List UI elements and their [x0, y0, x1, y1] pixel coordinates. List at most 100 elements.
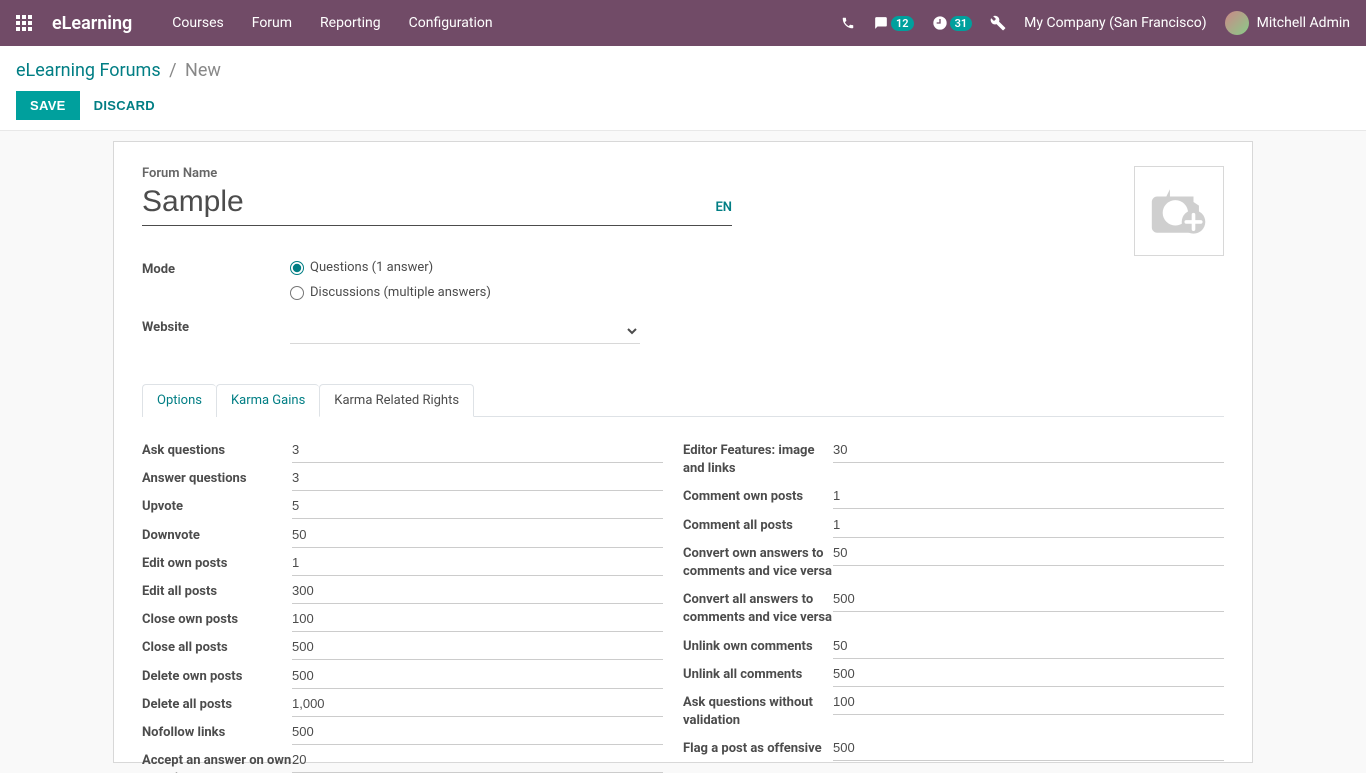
karma-col-left: Ask questionsAnswer questionsUpvoteDownv…: [142, 437, 683, 773]
karma-row: Accept an answer on own questions: [142, 747, 663, 773]
karma-label: Delete all posts: [142, 691, 292, 719]
karma-row: Comment all posts: [683, 512, 1224, 540]
karma-row: Close all posts: [142, 634, 663, 662]
nav-reporting[interactable]: Reporting: [320, 15, 381, 31]
karma-input[interactable]: [833, 540, 1224, 566]
karma-label: Comment own posts: [683, 483, 833, 511]
apps-icon[interactable]: [16, 15, 32, 31]
settings-icon[interactable]: [990, 15, 1006, 31]
tab-karma-gains[interactable]: Karma Gains: [216, 384, 319, 417]
website-select[interactable]: [290, 318, 640, 344]
breadcrumb-root[interactable]: eLearning Forums: [16, 60, 161, 81]
karma-label: Convert all answers to comments and vice…: [683, 586, 833, 632]
website-label: Website: [142, 318, 290, 344]
karma-row: Convert own answers to comments and vice…: [683, 540, 1224, 586]
karma-input[interactable]: [292, 634, 663, 660]
karma-row: Editor Features: image and links: [683, 437, 1224, 483]
nav-links: Courses Forum Reporting Configuration: [172, 15, 492, 31]
karma-input[interactable]: [833, 735, 1224, 761]
breadcrumb: eLearning Forums / New: [16, 60, 1350, 81]
mode-discussions-radio[interactable]: [290, 286, 304, 300]
company-selector[interactable]: My Company (San Francisco): [1024, 15, 1206, 31]
karma-input[interactable]: [292, 550, 663, 576]
karma-row: Unlink own comments: [683, 633, 1224, 661]
action-row: SAVE DISCARD: [16, 91, 1350, 120]
avatar: [1225, 11, 1249, 35]
karma-row: Nofollow links: [142, 719, 663, 747]
phone-icon[interactable]: [841, 16, 855, 30]
karma-input[interactable]: [833, 661, 1224, 687]
karma-row: Ask questions: [142, 437, 663, 465]
karma-label: Convert own answers to comments and vice…: [683, 540, 833, 586]
image-upload[interactable]: [1134, 166, 1224, 256]
karma-input[interactable]: [292, 606, 663, 632]
discard-button[interactable]: DISCARD: [94, 98, 155, 113]
website-row: Website: [142, 318, 1114, 344]
user-menu[interactable]: Mitchell Admin: [1225, 11, 1350, 35]
mode-questions-label[interactable]: Questions (1 answer): [310, 260, 433, 275]
karma-label: Downvote: [142, 522, 292, 550]
mode-discussions: Discussions (multiple answers): [290, 285, 640, 300]
karma-label: Unlink all comments: [683, 661, 833, 689]
brand[interactable]: eLearning: [52, 13, 132, 34]
karma-input[interactable]: [292, 691, 663, 717]
karma-input[interactable]: [833, 586, 1224, 612]
breadcrumb-sep: /: [169, 60, 176, 81]
karma-row: Answer questions: [142, 465, 663, 493]
karma-input[interactable]: [833, 689, 1224, 715]
form-left: Forum Name EN Mode Questions (1 answer): [142, 166, 1114, 352]
karma-input[interactable]: [292, 522, 663, 548]
karma-input[interactable]: [292, 719, 663, 745]
karma-input[interactable]: [292, 465, 663, 491]
karma-input[interactable]: [833, 437, 1224, 463]
karma-label: Delete own posts: [142, 663, 292, 691]
karma-row: Edit own posts: [142, 550, 663, 578]
tab-karma-rights[interactable]: Karma Related Rights: [319, 384, 474, 417]
karma-row: Convert all answers to comments and vice…: [683, 586, 1224, 632]
karma-row: Downvote: [142, 522, 663, 550]
form-section: Mode Questions (1 answer) Discussions (m…: [142, 260, 1114, 344]
karma-input[interactable]: [292, 747, 663, 773]
user-name: Mitchell Admin: [1257, 15, 1350, 31]
nav-courses[interactable]: Courses: [172, 15, 223, 31]
karma-input[interactable]: [292, 493, 663, 519]
karma-row: Delete own posts: [142, 663, 663, 691]
karma-label: Nofollow links: [142, 719, 292, 747]
karma-input[interactable]: [292, 578, 663, 604]
karma-row: Delete all posts: [142, 691, 663, 719]
form-sheet: Forum Name EN Mode Questions (1 answer): [113, 141, 1253, 763]
karma-input[interactable]: [292, 663, 663, 689]
messages-icon[interactable]: 12: [873, 16, 914, 31]
subheader: eLearning Forums / New SAVE DISCARD: [0, 46, 1366, 131]
tabs: Options Karma Gains Karma Related Rights: [142, 384, 1224, 417]
messages-badge: 12: [891, 16, 914, 31]
tab-content: Ask questionsAnswer questionsUpvoteDownv…: [142, 417, 1224, 773]
karma-input[interactable]: [833, 483, 1224, 509]
nav-configuration[interactable]: Configuration: [409, 15, 493, 31]
karma-label: Flag a post as offensive: [683, 735, 833, 763]
karma-label: Edit all posts: [142, 578, 292, 606]
save-button[interactable]: SAVE: [16, 91, 80, 120]
breadcrumb-current: New: [185, 60, 221, 81]
karma-label: Ask questions without validation: [683, 689, 833, 735]
form-top: Forum Name EN Mode Questions (1 answer): [142, 166, 1224, 352]
karma-row: Upvote: [142, 493, 663, 521]
name-input[interactable]: [142, 183, 715, 225]
karma-input[interactable]: [292, 437, 663, 463]
name-label: Forum Name: [142, 166, 1114, 181]
mode-questions-radio[interactable]: [290, 261, 304, 275]
karma-row: Comment own posts: [683, 483, 1224, 511]
lang-button[interactable]: EN: [715, 200, 732, 223]
mode-value: Questions (1 answer) Discussions (multip…: [290, 260, 640, 310]
tab-options[interactable]: Options: [142, 384, 216, 417]
mode-discussions-label[interactable]: Discussions (multiple answers): [310, 285, 491, 300]
karma-row: Ask questions without validation: [683, 689, 1224, 735]
nav-forum[interactable]: Forum: [252, 15, 292, 31]
mode-questions: Questions (1 answer): [290, 260, 640, 275]
karma-col-right: Editor Features: image and linksComment …: [683, 437, 1224, 773]
activities-icon[interactable]: 31: [932, 15, 973, 31]
website-value: [290, 318, 640, 344]
karma-input[interactable]: [833, 512, 1224, 538]
karma-label: Upvote: [142, 493, 292, 521]
karma-input[interactable]: [833, 633, 1224, 659]
